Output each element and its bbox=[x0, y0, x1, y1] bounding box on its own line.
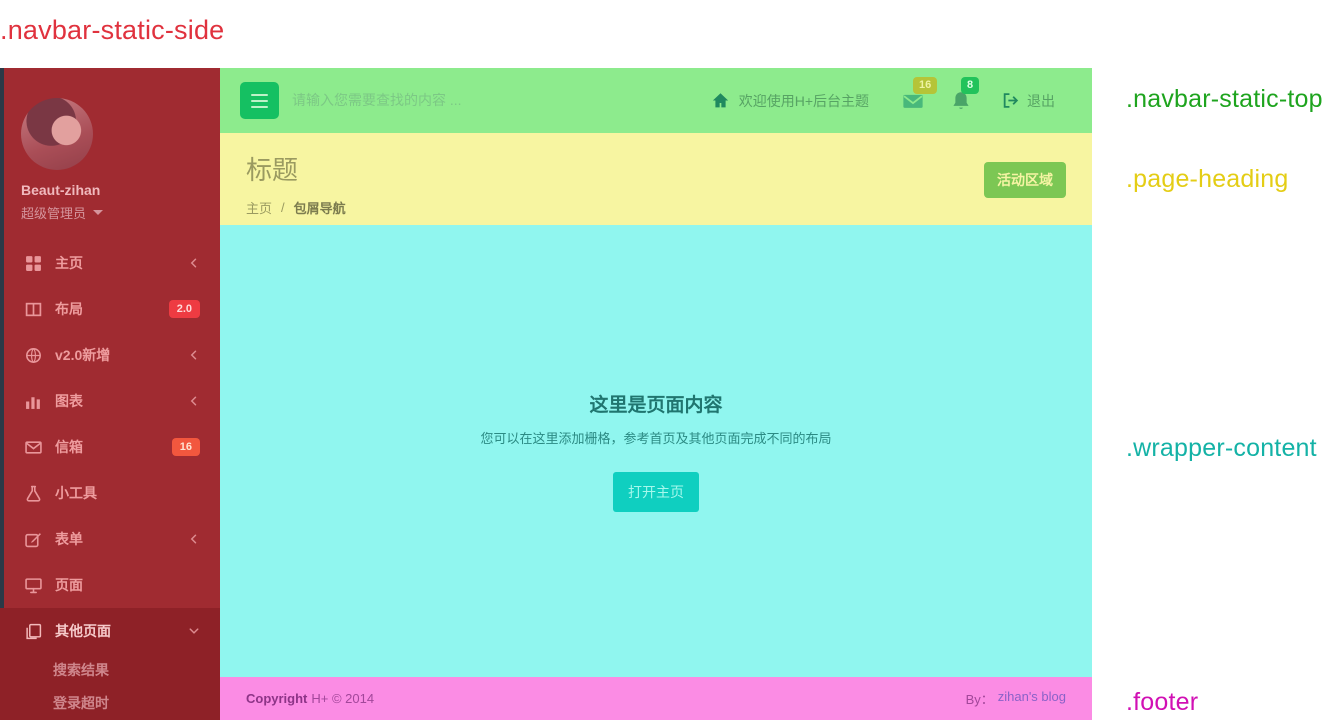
annotation-page-heading: .page-heading bbox=[1126, 165, 1289, 193]
breadcrumb: 主页 / 包屑导航 bbox=[246, 198, 1092, 217]
globe-icon bbox=[25, 347, 42, 364]
sidebar-item-forms[interactable]: 表单 bbox=[0, 516, 220, 562]
logout-link[interactable]: 退出 bbox=[1002, 91, 1055, 111]
open-home-button[interactable]: 打开主页 bbox=[613, 472, 699, 512]
user-name: Beaut-zihan bbox=[21, 182, 101, 198]
page-title: 标题 bbox=[246, 155, 299, 185]
breadcrumb-current: 包屑导航 bbox=[293, 201, 346, 216]
welcome-message: 欢迎使用H+后台主题 bbox=[738, 92, 869, 109]
annotation-wrapper-content: .wrapper-content bbox=[1126, 434, 1317, 462]
sign-out-icon bbox=[1002, 92, 1019, 109]
copyright-strong: Copyright bbox=[246, 691, 308, 706]
columns-icon bbox=[25, 301, 42, 318]
sidebar-item-label: 小工具 bbox=[55, 485, 97, 501]
sidebar-item-label: 布局 bbox=[55, 301, 83, 317]
chevron-down-icon bbox=[188, 625, 200, 637]
sidebar-item-home[interactable]: 主页 bbox=[0, 240, 220, 286]
edit-icon bbox=[25, 531, 42, 548]
sidebar-item-label: 表单 bbox=[55, 531, 83, 547]
chevron-left-icon bbox=[188, 533, 200, 545]
top-navbar: 欢迎使用H+后台主题 16 8 退出 bbox=[220, 68, 1092, 133]
breadcrumb-separator: / bbox=[281, 200, 285, 215]
sidebar-item-widgets[interactable]: 小工具 bbox=[0, 470, 220, 516]
sidebar-item-label: 信箱 bbox=[55, 439, 83, 455]
home-icon bbox=[712, 92, 729, 109]
sidebar-active-section: 其他页面 搜索结果 登录超时 bbox=[0, 608, 220, 720]
author-blog-link[interactable]: zihan's blog bbox=[998, 689, 1066, 708]
footer: Copyright H+ © 2014 By： zihan's blog bbox=[220, 677, 1092, 720]
byline: By： zihan's blog bbox=[966, 689, 1066, 708]
logout-label: 退出 bbox=[1027, 92, 1055, 109]
sidebar-item-label: 图表 bbox=[55, 393, 83, 409]
chevron-left-icon bbox=[188, 349, 200, 361]
chevron-left-icon bbox=[188, 257, 200, 269]
annotation-navbar-static-top: .navbar-static-top bbox=[1126, 85, 1323, 113]
messages-count-badge: 16 bbox=[913, 76, 938, 94]
sidebar-toggle-button[interactable] bbox=[240, 82, 279, 119]
sidebar-item-other-pages[interactable]: 其他页面 bbox=[0, 608, 220, 654]
copy-icon bbox=[25, 623, 42, 640]
topbar-right: 欢迎使用H+后台主题 16 8 退出 bbox=[712, 68, 1055, 133]
page-heading: 标题 主页 / 包屑导航 活动区域 bbox=[220, 133, 1092, 225]
desktop-icon bbox=[25, 577, 42, 594]
content-heading: 这里是页面内容 bbox=[589, 395, 723, 416]
th-large-icon bbox=[25, 255, 42, 272]
main-wrapper: 欢迎使用H+后台主题 16 8 退出 标题 主页 / 包屑导航 活动区域 这里是… bbox=[220, 68, 1092, 720]
copyright-text: Copyright H+ © 2014 bbox=[246, 691, 374, 706]
sidebar-item-label: 主页 bbox=[55, 255, 83, 271]
action-area-button[interactable]: 活动区域 bbox=[984, 162, 1066, 198]
alerts-dropdown[interactable]: 8 bbox=[950, 76, 980, 112]
bar-chart-icon bbox=[25, 393, 42, 410]
search-input[interactable] bbox=[292, 85, 622, 115]
copyright-rest: H+ © 2014 bbox=[311, 691, 375, 706]
sidebar-item-label: v2.0新增 bbox=[55, 347, 111, 363]
sidebar: Beaut-zihan 超级管理员 主页 布局 2.0 v2.0新增 图表 信箱… bbox=[0, 68, 220, 720]
breadcrumb-home-link[interactable]: 主页 bbox=[246, 198, 272, 217]
sidebar-item-layouts[interactable]: 布局 2.0 bbox=[0, 286, 220, 332]
wrapper-content: 这里是页面内容 您可以在这里添加栅格，参考首页及其他页面完成不同的布局 打开主页 bbox=[220, 225, 1092, 677]
avatar bbox=[21, 98, 93, 170]
sidebar-subitem-search-results[interactable]: 搜索结果 bbox=[0, 654, 220, 687]
caret-down-icon bbox=[93, 210, 104, 215]
envelope-icon bbox=[25, 439, 42, 456]
sidebar-item-v2-new[interactable]: v2.0新增 bbox=[0, 332, 220, 378]
alerts-count-badge: 8 bbox=[961, 76, 980, 94]
sidebar-subitem-login-timeout[interactable]: 登录超时 bbox=[0, 687, 220, 720]
user-role-dropdown[interactable]: 超级管理员 bbox=[21, 203, 201, 222]
sidebar-nav: 主页 布局 2.0 v2.0新增 图表 信箱 16 小工具 表单 页面 其他页面… bbox=[0, 240, 220, 720]
annotation-navbar-static-side: .navbar-static-side bbox=[0, 15, 225, 45]
byline-label: By： bbox=[965, 692, 994, 707]
annotation-footer: .footer bbox=[1126, 688, 1199, 716]
user-role-label: 超级管理员 bbox=[21, 206, 87, 221]
sidebar-item-charts[interactable]: 图表 bbox=[0, 378, 220, 424]
messages-dropdown[interactable]: 16 bbox=[902, 76, 938, 112]
layout-version-badge: 2.0 bbox=[168, 300, 200, 318]
sidebar-item-label: 页面 bbox=[55, 577, 83, 593]
sidebar-item-mailbox[interactable]: 信箱 16 bbox=[0, 424, 220, 470]
chevron-left-icon bbox=[188, 395, 200, 407]
content-description: 您可以在这里添加栅格，参考首页及其他页面完成不同的布局 bbox=[480, 431, 832, 446]
mailbox-count-badge: 16 bbox=[171, 438, 200, 456]
user-profile: Beaut-zihan 超级管理员 bbox=[21, 98, 201, 222]
sidebar-item-pages[interactable]: 页面 bbox=[0, 562, 220, 608]
flask-icon bbox=[25, 485, 42, 502]
sidebar-item-label: 其他页面 bbox=[55, 623, 111, 639]
